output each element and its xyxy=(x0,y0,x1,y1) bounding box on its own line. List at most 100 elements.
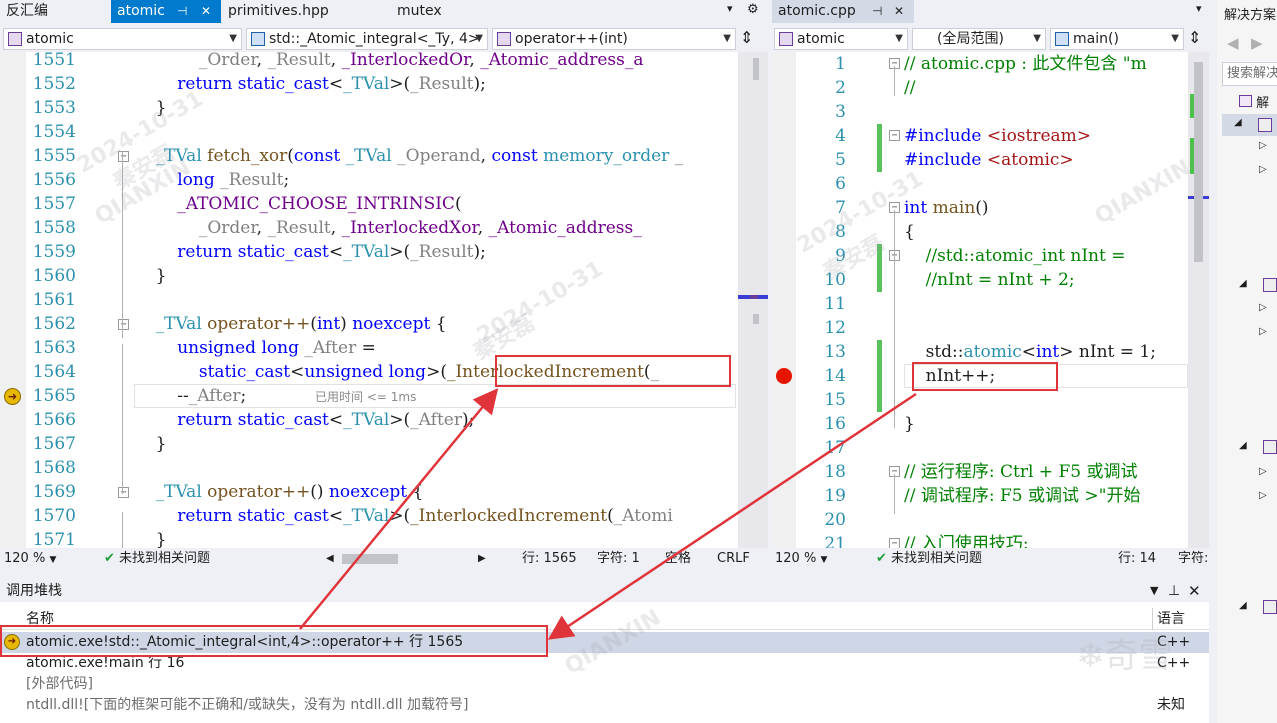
collapse-toggle[interactable]: − xyxy=(889,130,900,141)
left-member-combo[interactable]: operator++(int) ▼ xyxy=(492,28,736,50)
right-tab-0[interactable]: atomic.cpp ⊣ ✕ xyxy=(772,0,914,23)
pin-icon[interactable]: ⊣ xyxy=(872,0,882,23)
left-tab-overflow-icon[interactable]: ▾ xyxy=(727,2,733,15)
panel-menu-icon[interactable]: ▼ xyxy=(1150,580,1158,602)
code-line[interactable] xyxy=(904,292,1188,316)
code-line[interactable]: // atomic.cpp : 此文件包含 "m xyxy=(904,52,1188,76)
code-line[interactable] xyxy=(134,120,738,144)
right-zoom[interactable]: 120 % ▼ xyxy=(775,548,835,570)
code-line[interactable]: // 调试程序: F5 或调试 >"开始 xyxy=(904,484,1188,508)
code-line[interactable]: return static_cast<_TVal>(_Result); xyxy=(134,72,738,96)
code-line[interactable]: return static_cast<_TVal>(_InterlockedIn… xyxy=(134,504,738,528)
code-line[interactable]: } xyxy=(134,96,738,120)
code-line[interactable]: } xyxy=(904,412,1188,436)
code-line[interactable]: #include <atomic> xyxy=(904,148,1188,172)
code-line[interactable] xyxy=(134,456,738,480)
tree-expand-icon[interactable]: ◢ xyxy=(1239,600,1247,611)
expand-arrow-icon[interactable]: ◢ xyxy=(1234,117,1242,128)
left-code-editor[interactable]: 1551 _Order, _Result, _InterlockedOr, _A… xyxy=(0,52,738,548)
code-line[interactable]: //nInt = nInt + 2; xyxy=(904,268,1188,292)
left-class-combo[interactable]: std::_Atomic_integral<_Ty, 4> ▼ xyxy=(246,28,488,50)
code-line[interactable]: //std::atomic_int nInt = xyxy=(904,244,1188,268)
close-icon[interactable]: ✕ xyxy=(201,0,211,23)
code-line[interactable]: // 运行程序: Ctrl + F5 或调试 xyxy=(904,460,1188,484)
code-line[interactable]: _Order, _Result, _InterlockedOr, _Atomic… xyxy=(134,52,738,72)
code-line[interactable]: // xyxy=(904,76,1188,100)
left-settings-icon[interactable]: ⚙ xyxy=(747,2,759,17)
tree-expand-icon[interactable]: ▷ xyxy=(1259,326,1267,337)
right-range-combo[interactable]: (全局范围) ▼ xyxy=(912,28,1046,50)
code-line[interactable]: { xyxy=(904,220,1188,244)
left-tab-1[interactable]: atomic ⊣ ✕ xyxy=(111,0,221,23)
code-line[interactable]: _TVal operator++(int) noexcept { xyxy=(134,312,738,336)
right-issues[interactable]: ✔ 未找到相关问题 xyxy=(876,548,982,570)
close-icon[interactable]: ✕ xyxy=(894,0,904,23)
right-member-combo[interactable]: main() ▼ xyxy=(1050,28,1184,50)
scroll-thumb[interactable] xyxy=(1194,62,1203,262)
pin-icon[interactable]: ⊥ xyxy=(1168,580,1180,602)
code-line[interactable]: _TVal operator++() noexcept { xyxy=(134,480,738,504)
code-line[interactable]: return static_cast<_TVal>(_After); xyxy=(134,408,738,432)
code-line[interactable]: return static_cast<_TVal>(_Result); xyxy=(134,240,738,264)
code-line[interactable]: } xyxy=(134,528,738,548)
tree-expand-icon[interactable]: ▷ xyxy=(1259,140,1267,151)
right-code-editor[interactable]: 1−// atomic.cpp : 此文件包含 "m 2//3 4− #include… xyxy=(772,52,1188,548)
breakpoint-icon[interactable] xyxy=(776,368,792,384)
left-zoom[interactable]: 120 % ▼ xyxy=(4,548,62,570)
col-lang-header[interactable]: 语言 xyxy=(1157,608,1185,630)
collapse-toggle[interactable]: − xyxy=(118,487,129,498)
code-line[interactable]: _Order, _Result, _InterlockedXor, _Atomi… xyxy=(134,216,738,240)
tree-expand-icon[interactable]: ◢ xyxy=(1239,440,1247,451)
tree-expand-icon[interactable]: ▷ xyxy=(1259,490,1267,501)
collapse-toggle[interactable]: − xyxy=(118,151,129,162)
callstack-row[interactable]: ntdll.dll![下面的框架可能不正确和/或缺失，没有为 ntdll.dll… xyxy=(0,695,1209,716)
code-line[interactable]: int main() xyxy=(904,196,1188,220)
code-line[interactable]: } xyxy=(134,432,738,456)
code-line[interactable] xyxy=(904,436,1188,460)
split-editor-icon[interactable]: ⇕ xyxy=(740,28,753,47)
split-editor-icon[interactable]: ⇕ xyxy=(1188,28,1201,47)
code-line[interactable]: --_After; xyxy=(134,384,738,408)
left-horizontal-scrollbar[interactable] xyxy=(342,554,398,564)
code-line[interactable]: } xyxy=(134,264,738,288)
left-status-bar: 120 % ▼ ✔ 未找到相关问题 ◀ ▶ 行: 1565 字符: 1 空格 C… xyxy=(0,548,768,570)
right-tab-overflow-icon[interactable]: ▾ xyxy=(1196,2,1202,15)
solution-root-item[interactable]: 解 xyxy=(1239,92,1269,111)
code-line[interactable]: _TVal fetch_xor(const _TVal _Operand, co… xyxy=(134,144,738,168)
forward-icon[interactable]: ▶ xyxy=(1251,34,1263,52)
code-line[interactable] xyxy=(904,316,1188,340)
code-line[interactable]: long _Result; xyxy=(134,168,738,192)
code-line[interactable] xyxy=(904,100,1188,124)
code-line[interactable]: std::atomic<int> nInt = 1; xyxy=(904,340,1188,364)
tree-expand-icon[interactable]: ▷ xyxy=(1259,164,1267,175)
code-line[interactable] xyxy=(904,172,1188,196)
code-line[interactable] xyxy=(134,288,738,312)
left-scope-combo[interactable]: atomic ▼ xyxy=(3,28,242,50)
code-line[interactable] xyxy=(904,508,1188,532)
code-line[interactable]: // 入门使用技巧: xyxy=(904,532,1188,548)
close-icon[interactable]: ✕ xyxy=(1188,580,1201,602)
left-tab-0[interactable]: 反汇编 xyxy=(0,0,110,23)
col-divider[interactable] xyxy=(1152,608,1153,630)
code-line[interactable]: #include <iostream> xyxy=(904,124,1188,148)
collapse-toggle[interactable]: − xyxy=(889,538,900,548)
left-tab-2[interactable]: primitives.hpp xyxy=(222,0,392,23)
code-line[interactable]: _ATOMIC_CHOOSE_INTRINSIC( xyxy=(134,192,738,216)
left-vertical-scrollbar[interactable] xyxy=(738,52,768,548)
left-issues[interactable]: ✔ 未找到相关问题 xyxy=(104,548,210,570)
tree-expand-icon[interactable]: ▷ xyxy=(1259,302,1267,313)
back-icon[interactable]: ◀ xyxy=(1227,34,1239,52)
left-tab-3[interactable]: mutex xyxy=(391,0,521,23)
collapse-toggle[interactable]: − xyxy=(118,319,129,330)
right-vertical-scrollbar[interactable] xyxy=(1188,52,1209,548)
right-scope-combo[interactable]: atomic ▼ xyxy=(774,28,908,50)
scroll-left-icon[interactable]: ◀ xyxy=(326,548,334,570)
scroll-right-icon[interactable]: ▶ xyxy=(478,548,486,570)
callstack-row[interactable]: [外部代码] xyxy=(0,674,1209,695)
code-line[interactable] xyxy=(904,388,1188,412)
solution-search-input[interactable]: 搜索解决 xyxy=(1222,62,1277,86)
tree-expand-icon[interactable]: ◢ xyxy=(1239,278,1247,289)
tree-expand-icon[interactable]: ▷ xyxy=(1259,466,1267,477)
pin-icon[interactable]: ⊣ xyxy=(177,0,187,23)
highlight-nint-increment xyxy=(912,362,1058,391)
